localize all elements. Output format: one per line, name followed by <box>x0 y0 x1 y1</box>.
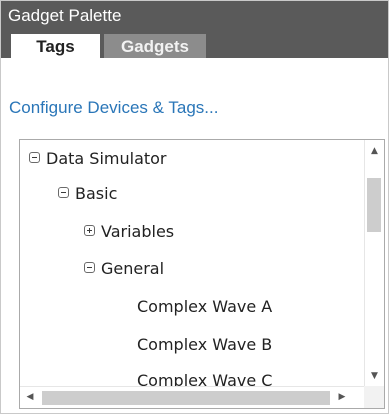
tree-item-label: Data Simulator <box>46 149 167 168</box>
gadget-palette-panel: Gadget Palette Tags Gadgets Configure De… <box>0 0 389 414</box>
expand-icon[interactable] <box>84 225 95 236</box>
scroll-left-icon[interactable]: ◀ <box>20 387 40 408</box>
tree-item-data-simulator[interactable]: Data Simulator <box>29 147 167 171</box>
scroll-right-icon[interactable]: ▶ <box>332 387 352 408</box>
tree-item-complex-wave-b[interactable]: Complex Wave B <box>137 333 272 357</box>
configure-devices-tags-link[interactable]: Configure Devices & Tags... <box>9 98 218 118</box>
tab-gadgets[interactable]: Gadgets <box>104 34 206 58</box>
tree-item-label: Basic <box>75 184 118 203</box>
tree-item-label: General <box>101 259 165 278</box>
tree-viewport: Data Simulator Basic Variables General C… <box>20 140 364 386</box>
tree-item-complex-wave-a[interactable]: Complex Wave A <box>137 295 272 319</box>
tree-item-label: Complex Wave C <box>137 371 273 386</box>
tab-tags[interactable]: Tags <box>11 34 100 59</box>
tree-item-label: Variables <box>101 222 175 241</box>
tree-item-label: Complex Wave A <box>137 297 273 316</box>
tree-item-complex-wave-c[interactable]: Complex Wave C <box>137 369 272 386</box>
scroll-down-icon[interactable]: ▼ <box>365 366 384 386</box>
horizontal-scrollbar[interactable]: ◀ ▶ <box>20 386 364 408</box>
collapse-icon[interactable] <box>58 187 69 198</box>
vertical-scrollbar[interactable]: ▲ ▼ <box>364 140 384 386</box>
scrollbar-corner <box>364 386 384 408</box>
scroll-up-icon[interactable]: ▲ <box>365 141 384 161</box>
tab-strip: Tags Gadgets <box>1 31 388 59</box>
panel-title: Gadget Palette <box>1 1 388 31</box>
collapse-icon[interactable] <box>84 262 95 273</box>
vertical-scroll-thumb[interactable] <box>367 178 381 232</box>
horizontal-scroll-thumb[interactable] <box>42 391 330 405</box>
tree-item-label: Complex Wave B <box>137 335 273 354</box>
tree-item-general[interactable]: General <box>84 257 164 281</box>
tag-tree: Data Simulator Basic Variables General C… <box>19 139 385 409</box>
tree-item-variables[interactable]: Variables <box>84 220 174 244</box>
collapse-icon[interactable] <box>29 152 40 163</box>
tree-item-basic[interactable]: Basic <box>58 182 117 206</box>
